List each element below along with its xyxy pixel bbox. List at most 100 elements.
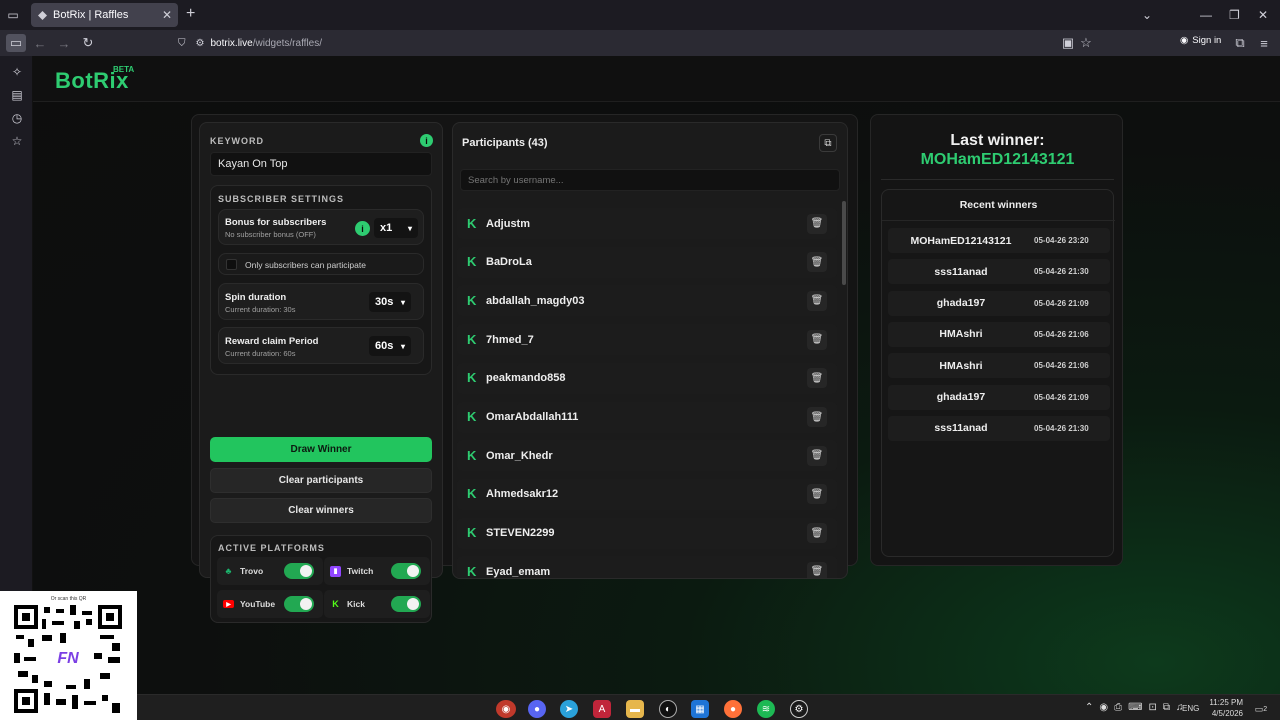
sign-in-button[interactable]: ◉ Sign in — [1180, 35, 1221, 46]
keyword-info-icon[interactable]: i — [420, 134, 433, 147]
participant-row: K OmarAbdallah111 🗑 — [457, 401, 837, 433]
notification-icon[interactable]: ▭ 2 — [1252, 700, 1270, 718]
delete-icon[interactable]: 🗑 — [807, 523, 827, 544]
delete-icon[interactable]: 🗑 — [807, 252, 827, 273]
delete-icon[interactable]: 🗑 — [807, 213, 827, 234]
affinity-icon[interactable]: A — [593, 700, 611, 718]
participant-name: BaDroLa — [486, 256, 532, 269]
url-path: /widgets/raffles/ — [252, 37, 323, 49]
participant-row: K Adjustm 🗑 — [457, 208, 837, 239]
youtube-toggle[interactable] — [284, 596, 314, 612]
delete-icon[interactable]: 🗑 — [807, 368, 827, 389]
clear-participants-button[interactable]: Clear participants — [210, 468, 432, 493]
winner-row: sss11anad 05-04-26 21:30 — [888, 415, 1110, 441]
spotify-icon[interactable]: ≋ — [757, 700, 775, 718]
botrix-favicon-icon — [37, 10, 47, 20]
participants-scrollbar[interactable] — [842, 201, 846, 285]
back-icon[interactable]: ← — [30, 34, 50, 52]
chevron-down-icon: ▾ — [407, 223, 412, 233]
winner-name: ghada197 — [936, 297, 986, 310]
discord-icon[interactable]: ● — [528, 700, 546, 718]
platform-name: Twitch — [347, 566, 374, 576]
participant-search-input[interactable] — [460, 169, 840, 191]
only-subscribers-checkbox[interactable] — [226, 259, 237, 270]
minimize-icon[interactable]: — — [1200, 0, 1212, 30]
chrome-icon[interactable]: ◉ — [496, 700, 516, 718]
participant-row: Kpeakmando858 🗑 — [457, 362, 837, 394]
winner-date: 05-04-26 21:30 — [1034, 423, 1089, 433]
tray-icons[interactable]: ⌃◉⎙⌨⊡⧉♫ — [1085, 702, 1190, 713]
recent-winners-title: Recent winners — [959, 199, 1038, 211]
reward-subtitle: Current duration: 60s — [225, 349, 296, 358]
steam-icon[interactable]: ⚙ — [790, 700, 808, 718]
kick-icon: K — [467, 331, 477, 347]
kick-toggle[interactable] — [391, 596, 421, 612]
participant-row: K Ahmedsakr12 🗑 — [457, 478, 837, 510]
last-winner-name: MOHamED12143121 — [920, 151, 1075, 168]
url-bar[interactable]: ⛉ ⚙ botrix.live/widgets/raffles/ — [178, 33, 1098, 53]
twitch-toggle[interactable] — [391, 563, 421, 579]
delete-icon[interactable]: 🗑 — [807, 407, 827, 427]
new-tab-icon[interactable]: + — [186, 6, 195, 22]
reader-view-icon[interactable]: ▣ — [1058, 34, 1078, 52]
shield-icon[interactable]: ⛉ — [178, 38, 186, 49]
clock[interactable]: 11:25 PM 4/5/2026 — [1203, 697, 1243, 719]
winner-name: MOHamED12143121 — [910, 234, 1012, 247]
menu-icon[interactable]: ≡ — [1254, 34, 1274, 52]
trovo-toggle[interactable] — [284, 563, 314, 579]
close-tab-icon[interactable]: ✕ — [162, 8, 172, 22]
delete-icon[interactable]: 🗑 — [807, 484, 827, 505]
qr-caption: Or scan this QR — [50, 596, 87, 602]
platform-name: Trovo — [240, 566, 264, 576]
history-icon[interactable]: ◷ — [10, 111, 24, 125]
reload-icon[interactable]: ↻ — [78, 34, 98, 52]
draw-winner-button[interactable]: Draw Winner — [210, 437, 432, 462]
tab-overflow-icon[interactable]: ⌄ — [1142, 0, 1152, 30]
ai-chat-icon[interactable]: ✧ — [10, 65, 24, 79]
reading-list-icon[interactable]: ▤ — [10, 88, 24, 102]
browser-nav-bar: ▭ ← → ↻ ⛉ ⚙ botrix.live/widgets/raffles/… — [0, 30, 1280, 56]
delete-icon[interactable]: 🗑 — [807, 445, 827, 466]
firefox-icon[interactable]: ● — [724, 700, 742, 718]
bonus-value: x1 — [380, 222, 393, 234]
only-subscribers-row[interactable]: Only subscribers can participate — [218, 253, 424, 275]
clock-date: 4/5/2026 — [1211, 709, 1243, 718]
clear-winners-button[interactable]: Clear winners — [210, 498, 432, 523]
participant-name: abdallah_magdy03 — [486, 294, 585, 307]
spin-select[interactable]: 30s ▾ — [369, 292, 411, 312]
winner-name: HMAshri — [939, 359, 983, 372]
sidebar-toggle-icon[interactable]: ▭ — [6, 34, 26, 52]
winner-row: HMAshri 05-04-26 21:06 — [888, 321, 1110, 347]
restore-icon[interactable]: ❐ — [1229, 0, 1240, 30]
obs-icon[interactable]: ◐ — [659, 700, 677, 718]
extensions-icon[interactable]: ⧉ — [1230, 34, 1250, 52]
delete-icon[interactable]: 🗑 — [807, 290, 827, 311]
forward-icon[interactable]: → — [54, 34, 74, 52]
platform-trovo: ♣ Trovo — [217, 557, 323, 585]
participant-row: K 7hmed_7 🗑 — [457, 324, 837, 356]
bonus-select[interactable]: x1 ▾ — [374, 218, 418, 238]
reward-select[interactable]: 60s ▾ — [369, 336, 411, 356]
kick-icon: K — [467, 292, 477, 308]
keyword-input[interactable]: Kayan On Top — [210, 152, 432, 176]
platform-twitch: ▮ Twitch — [324, 557, 430, 585]
bookmark-star-icon[interactable]: ☆ — [1076, 34, 1096, 52]
file-explorer-icon[interactable]: ▬ — [626, 700, 644, 718]
bookmarks-icon[interactable]: ☆ — [10, 134, 24, 148]
page-info-icon[interactable]: ⚙ — [196, 38, 205, 49]
telegram-icon[interactable]: ➤ — [560, 700, 578, 718]
delete-icon[interactable]: 🗑 — [807, 561, 827, 578]
notification-count: 2 — [1263, 705, 1268, 713]
app-icon[interactable]: ▦ — [691, 700, 709, 718]
tab-list-icon[interactable]: ▭ — [0, 0, 26, 30]
clock-time: 11:25 PM — [1209, 698, 1243, 707]
copy-icon[interactable]: ⧉ — [819, 134, 837, 152]
delete-icon[interactable]: 🗑 — [807, 329, 827, 350]
last-winner-label: Last winner: — [950, 132, 1045, 149]
platform-name: YouTube — [240, 599, 276, 609]
browser-tab[interactable]: BotRix | Raffles ✕ — [31, 3, 178, 27]
chevron-down-icon: ▾ — [400, 341, 405, 351]
bonus-info-icon[interactable]: i — [355, 221, 370, 236]
close-window-icon[interactable]: ✕ — [1258, 0, 1268, 30]
language-indicator[interactable]: ENG — [1182, 704, 1199, 713]
